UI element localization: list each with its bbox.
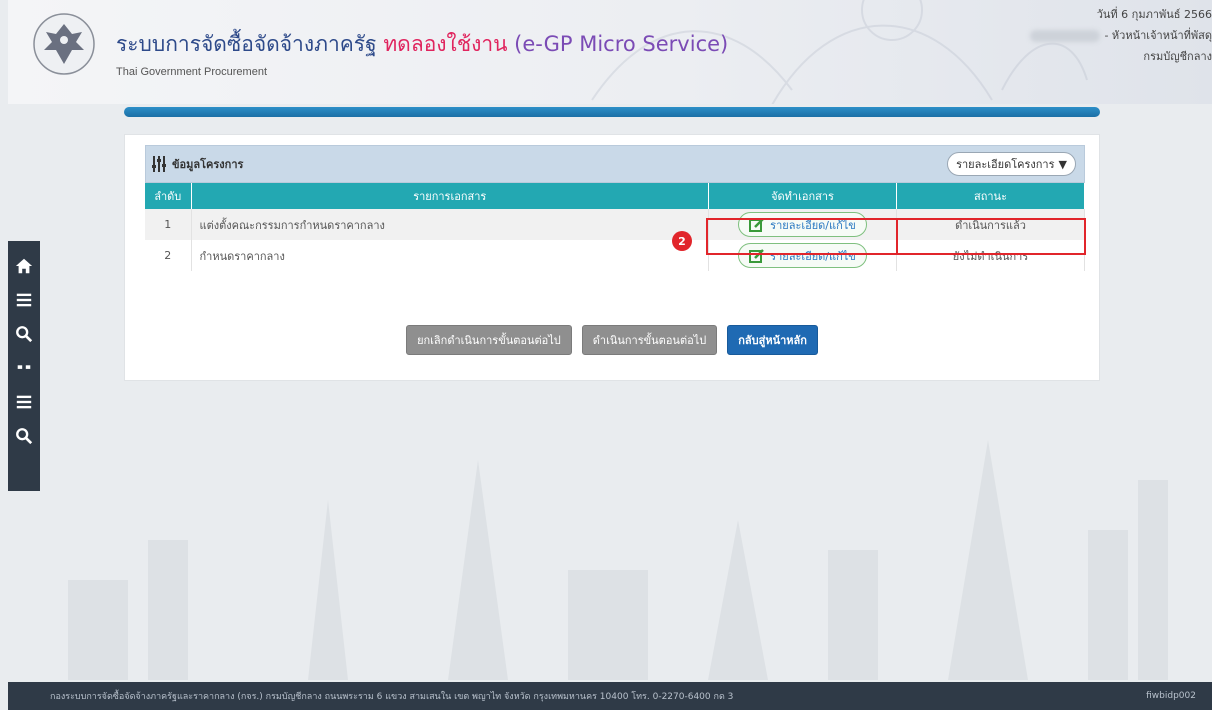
separator-icon <box>17 365 31 369</box>
app-title: ระบบการจัดซื้อจัดจ้างภาครัฐ ทดลองใช้งาน … <box>116 28 728 61</box>
page-code: fiwbidp002 <box>1146 691 1196 701</box>
section-title: ข้อมูลโครงการ <box>172 158 244 171</box>
title-main: ระบบการจัดซื้อจัดจ้างภาครัฐ <box>116 32 377 56</box>
user-department: กรมบัญชีกลาง <box>1143 50 1212 63</box>
table-row: 1 แต่งตั้งคณะกรรมการกำหนดราคากลาง รายละเ… <box>145 209 1085 240</box>
title-service: (e-GP Micro Service) <box>514 32 729 56</box>
step-badge: 2 <box>672 231 692 251</box>
edit-icon <box>749 248 765 263</box>
page-footer: กองระบบการจัดซื้อจัดจ้างภาครัฐและราคากลา… <box>8 682 1212 710</box>
user-role-line: - หัวหน้าเจ้าหน้าที่พัสดุ <box>1030 25 1212 46</box>
left-toolbar <box>8 241 40 491</box>
back-home-button[interactable]: กลับสู่หน้าหลัก <box>727 325 818 355</box>
background-skyline <box>68 440 1168 680</box>
footer-address: กองระบบการจัดซื้อจัดจ้างภาครัฐและราคากลา… <box>50 692 734 702</box>
search-icon <box>16 428 33 445</box>
edit-detail-label: รายละเอียด/แก้ไข <box>770 218 856 232</box>
row-action-cell: รายละเอียด/แก้ไข <box>708 209 897 240</box>
edit-icon <box>749 217 765 232</box>
col-header-status: สถานะ <box>896 183 1085 209</box>
col-header-document: รายการเอกสาร <box>191 183 709 209</box>
action-buttons: ยกเลิกดำเนินการขั้นตอนต่อไป ดำเนินการขั้… <box>125 325 1099 355</box>
caret-down-icon: ▼ <box>1058 157 1067 171</box>
table-row: 2 กำหนดราคากลาง รายละเอียด/แก้ไข ยังไม่ด… <box>145 240 1085 271</box>
menu-icon <box>16 395 32 409</box>
search-button[interactable] <box>8 317 40 351</box>
toolbar-separator-button[interactable] <box>8 351 40 385</box>
proceed-next-step-button[interactable]: ดำเนินการขั้นตอนต่อไป <box>581 325 718 355</box>
search-button-2[interactable] <box>8 419 40 453</box>
user-role: - หัวหน้าเจ้าหน้าที่พัสดุ <box>1104 29 1212 42</box>
project-detail-dropdown[interactable]: รายละเอียดโครงการ ▼ <box>947 152 1076 176</box>
current-date: วันที่ 6 กุมภาพันธ์ 2566 <box>1096 8 1212 21</box>
project-info-title: ข้อมูลโครงการ <box>152 155 243 173</box>
edit-detail-label: รายละเอียด/แก้ไข <box>770 249 856 263</box>
table-header-row: ลำดับ รายการเอกสาร จัดทำเอกสาร สถานะ <box>145 183 1085 209</box>
menu-button-2[interactable] <box>8 385 40 419</box>
menu-button[interactable] <box>8 283 40 317</box>
cancel-next-step-button[interactable]: ยกเลิกดำเนินการขั้นตอนต่อไป <box>406 325 572 355</box>
document-table: ลำดับ รายการเอกสาร จัดทำเอกสาร สถานะ 1 แ… <box>145 183 1085 271</box>
row-no: 1 <box>145 209 192 240</box>
menu-icon <box>16 293 32 307</box>
row-action-cell: รายละเอียด/แก้ไข <box>708 240 897 271</box>
app-subtitle: Thai Government Procurement <box>116 66 268 78</box>
edit-detail-button[interactable]: รายละเอียด/แก้ไข <box>738 212 867 237</box>
row-no: 2 <box>145 240 192 271</box>
project-info-box: ข้อมูลโครงการ รายละเอียดโครงการ ▼ ลำดับ … <box>145 145 1085 293</box>
user-info: วันที่ 6 กุมภาพันธ์ 2566 - หัวหน้าเจ้าหน… <box>1030 4 1212 67</box>
redacted-username <box>1030 30 1101 42</box>
garuda-logo <box>33 13 95 75</box>
row-document: กำหนดราคากลาง <box>191 240 709 271</box>
home-icon <box>15 258 33 274</box>
project-info-header: ข้อมูลโครงการ รายละเอียดโครงการ ▼ <box>145 145 1085 183</box>
search-icon <box>16 326 33 343</box>
home-button[interactable] <box>8 249 40 283</box>
title-trial: ทดลองใช้งาน <box>383 32 508 56</box>
page-header: ระบบการจัดซื้อจัดจ้างภาครัฐ ทดลองใช้งาน … <box>8 0 1212 104</box>
sliders-icon <box>152 156 166 172</box>
col-header-action: จัดทำเอกสาร <box>708 183 897 209</box>
row-status: ดำเนินการแล้ว <box>896 209 1085 240</box>
row-status: ยังไม่ดำเนินการ <box>896 240 1085 271</box>
row-document: แต่งตั้งคณะกรรมการกำหนดราคากลาง <box>191 209 709 240</box>
project-detail-label: รายละเอียดโครงการ <box>956 158 1055 171</box>
col-header-no: ลำดับ <box>145 183 192 209</box>
header-divider-bar <box>124 107 1100 117</box>
edit-detail-button[interactable]: รายละเอียด/แก้ไข <box>738 243 867 268</box>
main-panel: ข้อมูลโครงการ รายละเอียดโครงการ ▼ ลำดับ … <box>124 134 1100 381</box>
